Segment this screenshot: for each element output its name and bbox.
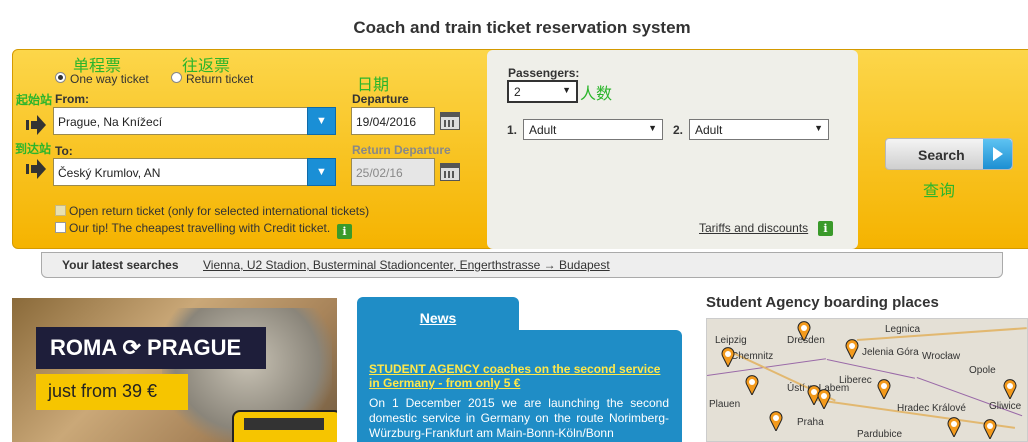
to-label: To: bbox=[55, 144, 73, 158]
play-arrow-icon bbox=[983, 139, 1012, 169]
passenger-2-number: 2. bbox=[673, 123, 684, 137]
latest-searches-bar: Your latest searches Vienna, U2 Stadion,… bbox=[41, 252, 1003, 278]
return-label[interactable]: Return ticket bbox=[186, 72, 253, 86]
search-button[interactable]: Search bbox=[885, 138, 1013, 170]
map-pin-icon[interactable] bbox=[877, 379, 891, 399]
city-label: Pardubice bbox=[857, 429, 903, 440]
passenger-2-type-select[interactable]: Adult ▼ bbox=[689, 119, 829, 140]
passengers-label: Passengers: bbox=[508, 66, 580, 80]
annotation-passengers: 人数 bbox=[580, 86, 613, 103]
highway bbox=[857, 327, 1027, 341]
return-date-input[interactable]: 25/02/16 bbox=[351, 158, 435, 186]
map-pin-icon[interactable] bbox=[721, 347, 735, 367]
passengers-count-value: 2 bbox=[514, 85, 521, 99]
city-label: Hradec Králové bbox=[897, 403, 966, 414]
from-arrow-icon bbox=[26, 115, 46, 135]
city-label: Opole bbox=[969, 365, 996, 376]
map-title: Student Agency boarding places bbox=[706, 294, 939, 311]
map-pin-icon[interactable] bbox=[797, 321, 811, 341]
open-return-label: Open return ticket (only for selected in… bbox=[69, 204, 370, 218]
tariffs-info-icon[interactable]: i bbox=[818, 221, 833, 236]
latest-search-link[interactable]: Vienna, U2 Stadion, Busterminal Stadionc… bbox=[203, 258, 610, 272]
passenger-2-type-value: Adult bbox=[695, 123, 723, 137]
map-pin-icon[interactable] bbox=[769, 411, 783, 431]
one-way-label[interactable]: One way ticket bbox=[70, 72, 149, 86]
city-label: Chemnitz bbox=[731, 351, 774, 362]
map-pin-icon[interactable] bbox=[1003, 379, 1017, 399]
annotation-to: 到达站 bbox=[15, 142, 52, 156]
news-body: On 1 December 2015 we are launching the … bbox=[369, 396, 669, 440]
info-icon[interactable]: i bbox=[337, 224, 352, 239]
city-label: Legnica bbox=[885, 324, 921, 335]
map-pin-icon[interactable] bbox=[745, 375, 759, 395]
boarding-places-map[interactable]: Legnica Leipzig Dresden Chemnitz Jelenia… bbox=[706, 318, 1028, 442]
tariffs-link[interactable]: Tariffs and discounts bbox=[699, 221, 808, 235]
search-button-label: Search bbox=[918, 147, 965, 163]
annotation-search: 查询 bbox=[923, 183, 956, 200]
return-calendar-icon[interactable] bbox=[440, 163, 460, 181]
promo-banner[interactable]: ROMA ⟳ PRAGUE just from 39 € bbox=[12, 298, 337, 442]
promo-price: just from 39 € bbox=[36, 374, 188, 410]
passengers-count-select[interactable]: 2 ▼ bbox=[507, 80, 578, 103]
chevron-down-icon: ▼ bbox=[814, 123, 823, 133]
one-way-radio[interactable] bbox=[55, 72, 66, 83]
return-departure-label: Return Departure bbox=[352, 143, 451, 157]
page-title: Coach and train ticket reservation syste… bbox=[353, 18, 691, 37]
latest-searches-label: Your latest searches bbox=[62, 258, 179, 272]
city-label: Leipzig bbox=[715, 335, 747, 346]
news-tab-label[interactable]: News bbox=[357, 310, 519, 326]
map-pin-icon[interactable] bbox=[983, 419, 997, 439]
chevron-down-icon: ▼ bbox=[562, 85, 571, 95]
passenger-1-number: 1. bbox=[507, 123, 518, 137]
credit-tip-label: Our tip! The cheapest travelling with Cr… bbox=[69, 221, 331, 235]
city-label: Jelenia Góra bbox=[862, 347, 919, 358]
map-pin-icon[interactable] bbox=[817, 389, 831, 409]
map-pin-icon[interactable] bbox=[947, 417, 961, 437]
departure-calendar-icon[interactable] bbox=[440, 112, 460, 130]
bus-image bbox=[232, 410, 337, 442]
map-pin-icon[interactable] bbox=[845, 339, 859, 359]
annotation-from: 起始站 bbox=[16, 93, 53, 107]
to-input[interactable]: Český Krumlov, AN bbox=[53, 158, 309, 186]
city-label: Praha bbox=[797, 417, 824, 428]
chevron-down-icon: ▼ bbox=[648, 123, 657, 133]
promo-route: ROMA ⟳ PRAGUE bbox=[36, 327, 266, 369]
open-return-checkbox[interactable] bbox=[55, 205, 66, 216]
from-input[interactable]: Prague, Na Knížecí bbox=[53, 107, 309, 135]
from-label: From: bbox=[55, 92, 89, 106]
from-dropdown-button[interactable]: ▼ bbox=[307, 107, 336, 135]
city-label: Gliwice bbox=[989, 401, 1022, 412]
departure-date-input[interactable]: 19/04/2016 bbox=[351, 107, 435, 135]
credit-tip-checkbox[interactable] bbox=[55, 222, 66, 233]
departure-label: Departure bbox=[352, 92, 409, 106]
city-label: Plauen bbox=[709, 399, 741, 410]
passenger-1-type-select[interactable]: Adult ▼ bbox=[523, 119, 663, 140]
return-radio[interactable] bbox=[171, 72, 182, 83]
city-label: Wrocław bbox=[922, 351, 961, 362]
news-headline-link[interactable]: STUDENT AGENCY coaches on the second ser… bbox=[369, 362, 669, 390]
to-dropdown-button[interactable]: ▼ bbox=[307, 158, 336, 186]
passenger-1-type-value: Adult bbox=[529, 123, 557, 137]
to-arrow-icon bbox=[26, 159, 46, 179]
